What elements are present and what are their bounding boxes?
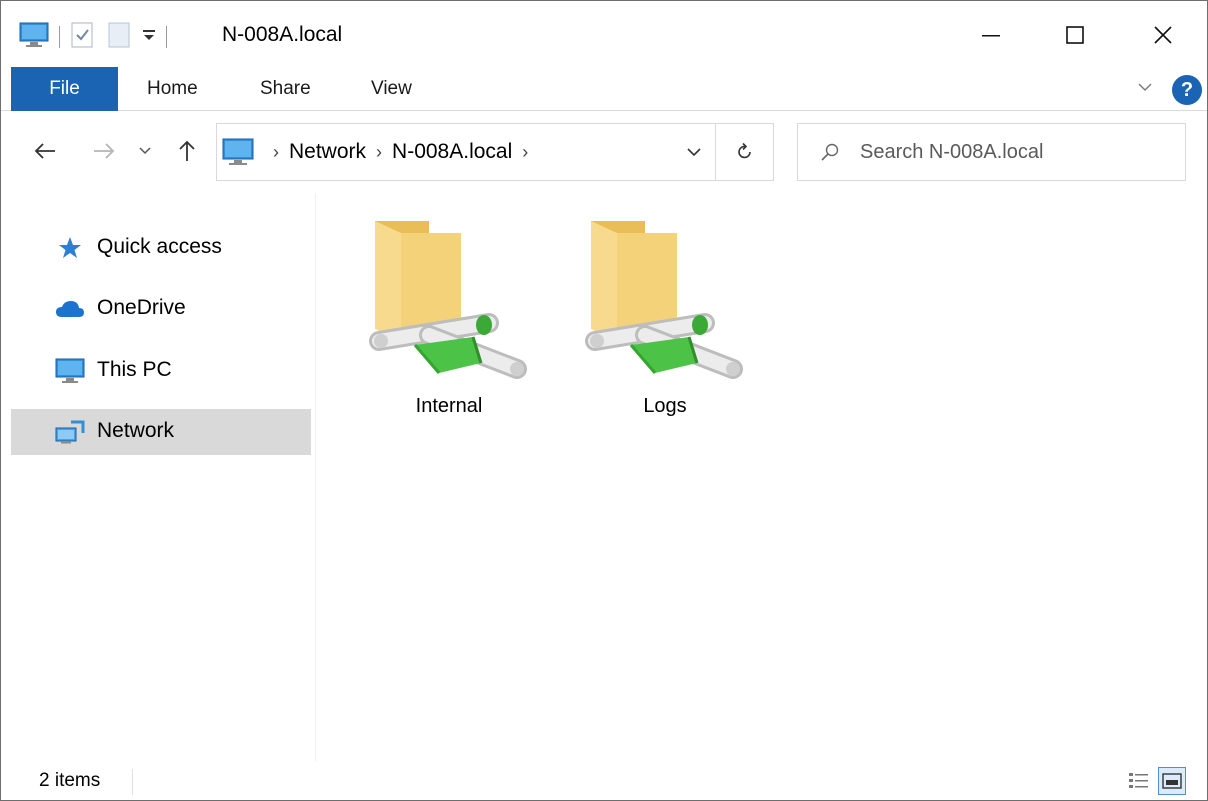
recent-locations-button[interactable] (134, 134, 156, 168)
nav-item-label: Network (97, 419, 175, 442)
star-icon (55, 234, 85, 262)
chevron-down-icon (687, 148, 701, 157)
refresh-button[interactable] (715, 124, 773, 180)
item-count: 2 items (39, 770, 101, 791)
address-bar[interactable]: › Network › N-008A.local › (216, 123, 774, 181)
share-name: Internal (415, 395, 483, 417)
nav-item-label: OneDrive (97, 296, 186, 319)
help-button[interactable]: ? (1172, 75, 1202, 105)
navigation-bar: › Network › N-008A.local › (1, 112, 1207, 192)
monitor-icon (55, 357, 85, 385)
chevron-down-icon (139, 147, 151, 155)
new-folder-icon[interactable] (108, 21, 130, 54)
search-box[interactable] (797, 123, 1186, 181)
back-button[interactable] (28, 134, 62, 168)
ribbon-tabs: File Home Share View ? (1, 67, 1207, 111)
search-input[interactable] (860, 136, 1170, 168)
file-list: Internal Logs (317, 193, 1207, 761)
tab-view[interactable]: View (371, 67, 412, 111)
window-title: N-008A.local (222, 23, 343, 46)
status-bar: 2 items (1, 761, 1207, 801)
status-divider (132, 769, 133, 795)
minimize-button[interactable] (959, 11, 1023, 59)
title-bar: N-008A.local (1, 1, 1207, 67)
maximize-button[interactable] (1043, 11, 1107, 59)
close-icon (1154, 26, 1172, 44)
network-icon (55, 418, 85, 446)
search-icon (820, 142, 840, 167)
forward-button[interactable] (87, 134, 121, 168)
tab-share[interactable]: Share (260, 67, 311, 111)
large-icons-view-icon (1162, 773, 1182, 789)
nav-item-label: Quick access (97, 235, 222, 258)
cloud-icon (55, 295, 85, 323)
large-icons-view-button[interactable] (1158, 767, 1186, 795)
breadcrumb-host[interactable]: N-008A.local (392, 140, 512, 164)
navigation-pane: Quick access OneDrive This PC Network (11, 193, 316, 761)
expand-ribbon-chevron-icon[interactable] (1137, 79, 1153, 100)
up-arrow-icon (179, 140, 195, 161)
details-view-button[interactable] (1125, 767, 1153, 795)
tab-file[interactable]: File (11, 67, 118, 111)
explorer-window: N-008A.local File Home Share View ? › Ne… (0, 0, 1208, 801)
breadcrumb-network[interactable]: Network (289, 140, 366, 164)
network-share-folder-icon (369, 221, 527, 379)
network-share-folder-icon (585, 221, 743, 379)
monitor-icon (222, 138, 254, 171)
nav-item-quick-access[interactable]: Quick access (11, 225, 311, 271)
share-item-internal[interactable]: Internal (369, 213, 529, 433)
breadcrumb-separator[interactable]: › (522, 142, 528, 163)
maximize-icon (1066, 26, 1084, 44)
minimize-icon (982, 35, 1000, 37)
nav-item-this-pc[interactable]: This PC (11, 348, 311, 394)
breadcrumb-separator[interactable]: › (376, 142, 382, 163)
monitor-icon[interactable] (19, 22, 49, 53)
breadcrumb-separator[interactable]: › (273, 142, 279, 163)
properties-icon[interactable] (70, 21, 94, 54)
share-name: Logs (643, 395, 687, 417)
share-item-logs[interactable]: Logs (585, 213, 745, 433)
nav-item-label: This PC (97, 358, 172, 381)
details-view-icon (1129, 773, 1148, 788)
forward-arrow-icon (94, 143, 115, 159)
tab-home[interactable]: Home (147, 67, 198, 111)
back-arrow-icon (34, 143, 55, 159)
customize-toolbar-icon[interactable] (142, 28, 156, 47)
refresh-icon (737, 142, 751, 159)
address-history-dropdown[interactable] (673, 124, 715, 180)
up-button[interactable] (170, 134, 204, 168)
nav-item-network[interactable]: Network (11, 409, 311, 455)
quick-access-toolbar (19, 19, 177, 55)
nav-item-onedrive[interactable]: OneDrive (11, 286, 311, 332)
close-button[interactable] (1131, 11, 1195, 59)
breadcrumb: › Network › N-008A.local › (263, 138, 538, 166)
